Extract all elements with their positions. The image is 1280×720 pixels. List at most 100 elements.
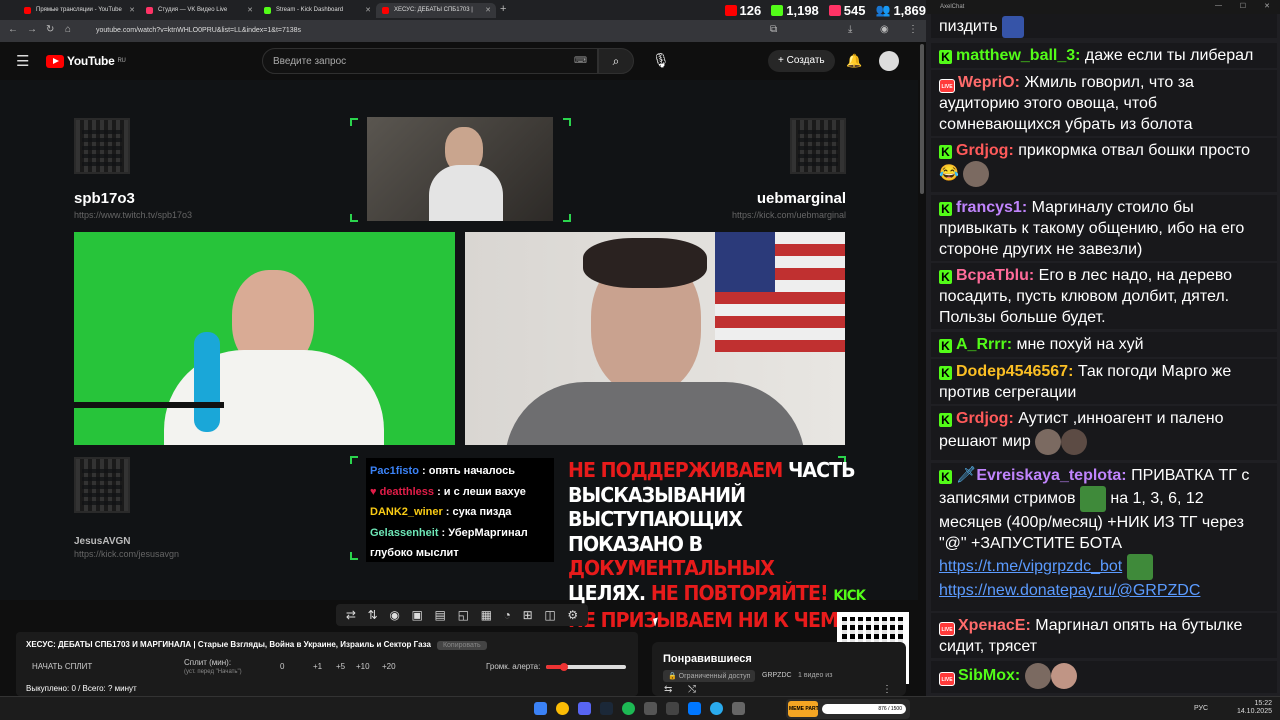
pepe-emote-icon (1126, 554, 1153, 580)
webcam-right (465, 232, 845, 445)
new-tab-button[interactable]: + (500, 3, 506, 15)
forward-icon[interactable]: → (27, 24, 37, 35)
streamer-name-right: uebmarginal (756, 190, 846, 207)
app-icon[interactable] (666, 702, 679, 715)
tab-youtube-video[interactable]: ХЕСУС: ДЕБАТЫ СПБ1703 | ✕ (376, 3, 496, 18)
vk-live-badge-icon: LIVE (939, 622, 955, 636)
frame-corner (350, 456, 358, 464)
total-viewers: 👥 1,869 (875, 2, 927, 18)
frame-corner (350, 552, 358, 560)
chat-message: K A_Rrrr: мне похуй на хуй (931, 332, 1277, 357)
split-panel: ХЕСУС: ДЕБАТЫ СПБ1703 И МАРГИНАЛА | Стар… (16, 632, 638, 696)
tab-vk-studio[interactable]: Студия — VK Видео Live ✕ (140, 3, 258, 18)
address-bar[interactable]: youtube.com/watch?v=ktnWHLO0PRU&list=LL&… (82, 23, 682, 39)
close-icon[interactable]: ✕ (247, 6, 253, 14)
app-icon[interactable] (732, 702, 745, 715)
maximize-icon[interactable]: ☐ (1240, 2, 1246, 10)
alert-volume-slider[interactable] (546, 663, 626, 671)
youtube-viewers: 126 (724, 3, 761, 18)
playlist-owner[interactable]: GRPZDC (762, 672, 792, 679)
shuffle-icon[interactable]: ⤭ (688, 684, 696, 695)
playlist-count: 1 видео из (798, 672, 833, 679)
close-icon[interactable]: ✕ (129, 6, 135, 14)
vk-live-badge-icon: LIVE (939, 672, 955, 687)
lock-icon: 🔒 (668, 673, 679, 680)
kick-favicon-icon (264, 7, 271, 14)
steam-icon[interactable] (600, 702, 613, 715)
chat-link[interactable]: https://t.me/vipgrpzdc_bot (939, 558, 1122, 575)
video-title: ХЕСУС: ДЕБАТЫ СПБ1703 И МАРГИНАЛА | Стар… (26, 640, 487, 650)
search-input[interactable]: Введите запрос ⌨ (262, 48, 598, 74)
camera-icon[interactable]: ▣ (412, 608, 423, 622)
chat-message: K Grdjog: Аутист ,инноагент и палено реша… (931, 406, 1277, 460)
obs-icon[interactable] (644, 702, 657, 715)
frame-corner (350, 214, 358, 222)
more-options-icon[interactable]: ⋮ (882, 684, 892, 695)
loop-icon[interactable]: ⇄ (346, 608, 356, 622)
emote-icon (1061, 429, 1088, 455)
spotify-icon[interactable] (622, 702, 635, 715)
search-button[interactable]: ⌕ (598, 48, 634, 74)
telegram-icon[interactable] (710, 702, 723, 715)
notifications-bell-icon[interactable]: 🔔 (846, 53, 862, 69)
chat-link[interactable]: https://new.donatepay.ru/@GRPZDC (939, 582, 1200, 599)
pip-icon[interactable]: ◱ (458, 608, 469, 622)
home-icon[interactable]: ⌂ (65, 24, 71, 35)
meme-party-widget[interactable]: MEME PARTY 876 / 1500 (786, 699, 910, 719)
keyboard-icon[interactable]: ⌨ (574, 55, 587, 66)
disclaimer-overlay: НЕ ПОДДЕРЖИВАЕМ ЧАСТЬ ВЫСКАЗЫВАНИЙ ВЫСТУ… (568, 458, 866, 632)
avatar[interactable] (879, 51, 899, 71)
chat-window: AxelChat — ☐ ✕ пиздить Kmatthew_ball_3: даж… (926, 0, 1280, 696)
alert-volume-label: Громк. алерта: (486, 662, 541, 671)
copy-button[interactable]: Копировать (436, 641, 487, 650)
vk-icon[interactable] (688, 702, 701, 715)
tab-youtube-live[interactable]: Прямые трансляции - YouTube ✕ (18, 3, 140, 18)
language-indicator[interactable]: РУС (1194, 705, 1208, 712)
clock[interactable]: 15:22 14.10.2025 (1237, 700, 1272, 716)
chat-line: DANK2_winer : сука пизда (370, 506, 512, 518)
player-extension-controls: ⇄ ⇅ ◉ ▣ ▤ ◱ ▦ ◔ ⊞ ◫ ⚙ (336, 604, 588, 626)
emote-icon (1035, 429, 1062, 455)
vk-viewers: 545 (828, 3, 866, 18)
start-split-button[interactable]: НАЧАТЬ СПЛИТ (32, 662, 92, 671)
hamburger-menu-icon[interactable]: ☰ (16, 52, 29, 70)
playlist-title[interactable]: Понравившиеся (663, 653, 752, 665)
payout-status: Выкуплено: 0 / Всего: ? минут (26, 684, 137, 693)
meme-progress: 876 / 1500 (822, 704, 906, 714)
chat-message: K 🗡Evreiskaya_teplota: ПРИВАТКА ТГ с запи… (931, 463, 1277, 611)
reload-icon[interactable]: ↻ (46, 24, 54, 35)
clip-icon[interactable]: ▤ (435, 608, 446, 622)
add-icon[interactable]: ⊞ (523, 608, 533, 622)
menu-icon[interactable]: ⋮ (908, 24, 918, 35)
profile-icon[interactable]: ◉ (880, 24, 889, 35)
split-plus5-button[interactable]: +5 (336, 662, 345, 671)
windows-start-icon[interactable] (534, 702, 547, 715)
speed-icon[interactable]: ◔ (504, 608, 511, 622)
discord-icon[interactable] (578, 702, 591, 715)
close-icon[interactable]: ✕ (1264, 2, 1270, 10)
download-icon[interactable]: ⤓ (848, 24, 852, 35)
settings-gear-icon[interactable]: ⚙ (567, 608, 578, 622)
page-scrollbar[interactable] (918, 42, 926, 696)
minimize-icon[interactable]: — (1215, 2, 1222, 9)
split-plus1-button[interactable]: +1 (313, 662, 322, 671)
split-plus10-button[interactable]: +10 (356, 662, 370, 671)
microphone-icon[interactable]: 🎙 (652, 52, 670, 69)
youtube-logo[interactable]: YouTube RU (46, 54, 126, 68)
extensions-icon[interactable]: ⧉ (770, 24, 777, 35)
create-button[interactable]: + Создать (768, 50, 835, 72)
close-icon[interactable]: ✕ (365, 6, 371, 14)
sort-icon[interactable]: ⇅ (368, 608, 378, 622)
loop-icon[interactable]: ⇆ (664, 684, 672, 695)
back-icon[interactable]: ← (8, 24, 18, 35)
screenshot-icon[interactable]: ◫ (544, 608, 555, 622)
film-icon[interactable]: ▦ (481, 608, 492, 622)
streamer-name-bottom: JesusAVGN (74, 536, 131, 547)
streamer-url-bottom: https://kick.com/jesusavgn (74, 549, 180, 559)
split-plus20-button[interactable]: +20 (382, 662, 396, 671)
sword-badge-icon: 🗡 (956, 467, 977, 484)
audio-icon[interactable]: ◉ (389, 608, 399, 622)
chrome-icon[interactable] (556, 702, 569, 715)
tab-kick-dashboard[interactable]: Stream - Kick Dashboard ✕ (258, 3, 376, 18)
close-icon[interactable]: ✕ (485, 6, 491, 14)
